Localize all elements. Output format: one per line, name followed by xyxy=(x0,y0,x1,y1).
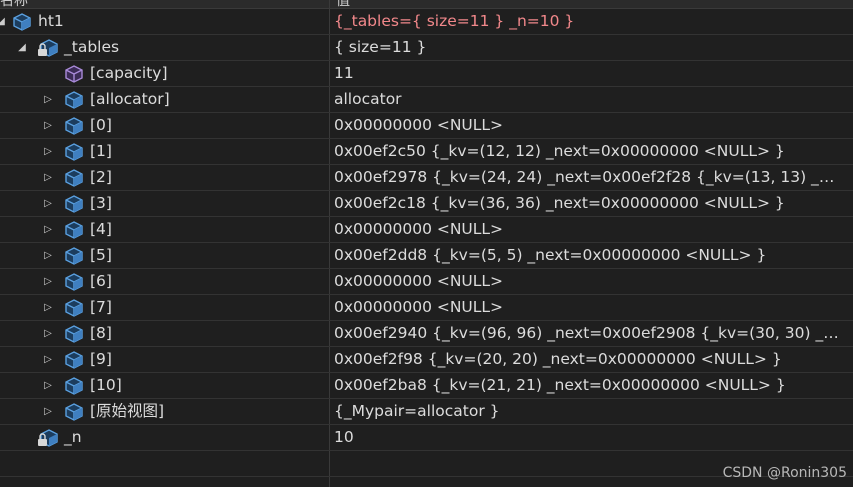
row-value[interactable]: allocator xyxy=(334,90,844,109)
row-value[interactable]: 0x00000000 <NULL> xyxy=(334,298,844,317)
row-name: [2] xyxy=(90,168,112,186)
expand-arrow-icon[interactable]: ▷ xyxy=(41,376,55,395)
row-value[interactable]: 0x00000000 <NULL> xyxy=(334,220,844,239)
row-name: _tables xyxy=(64,38,120,56)
tree-row[interactable]: ▷ [8] 0x00ef2940 {_kv=(96, 96) _next=0x00… xyxy=(0,321,853,347)
row-name: [7] xyxy=(90,298,112,316)
tree-row[interactable]: ▷ [原始视图] {_Mypair=allocator } xyxy=(0,399,853,425)
tree-row[interactable]: ▷ [9] 0x00ef2f98 {_kv=(20, 20) _next=0x00… xyxy=(0,347,853,373)
object-icon xyxy=(64,116,84,136)
row-name: [4] xyxy=(90,220,112,238)
row-name: [3] xyxy=(90,194,112,212)
expand-arrow-icon[interactable]: ▷ xyxy=(41,324,55,343)
row-value[interactable]: 0x00ef2978 {_kv=(24, 24) _next=0x00ef2f2… xyxy=(334,168,844,187)
collapse-arrow-icon[interactable]: ◢ xyxy=(0,12,8,31)
row-value[interactable]: 0x00000000 <NULL> xyxy=(334,272,844,291)
tree-row[interactable]: [capacity] 11 xyxy=(0,61,853,87)
property-icon xyxy=(64,64,84,84)
tree-row[interactable]: ▷ [7] 0x00000000 <NULL> xyxy=(0,295,853,321)
row-value[interactable]: 0x00ef2dd8 {_kv=(5, 5) _next=0x00000000 … xyxy=(334,246,844,265)
row-name: ht1 xyxy=(38,12,64,30)
row-name: [5] xyxy=(90,246,112,264)
tree-row[interactable]: ◢ ht1 {_tables={ size=11 } _n=10 } xyxy=(0,9,853,35)
expand-arrow-icon[interactable]: ▷ xyxy=(41,116,55,135)
watermark: CSDN @Ronin305 xyxy=(722,465,847,481)
row-name: [1] xyxy=(90,142,112,160)
expand-arrow-icon[interactable]: ▷ xyxy=(41,168,55,187)
row-value[interactable]: 11 xyxy=(334,64,844,83)
row-value[interactable]: {_tables={ size=11 } _n=10 } xyxy=(334,12,844,31)
expand-arrow-icon[interactable]: ▷ xyxy=(41,350,55,369)
object-icon xyxy=(64,324,84,344)
object-icon xyxy=(64,220,84,240)
row-value[interactable]: 0x00ef2c18 {_kv=(36, 36) _next=0x0000000… xyxy=(334,194,844,213)
expand-arrow-icon[interactable]: ▷ xyxy=(41,220,55,239)
expand-arrow-icon[interactable]: ▷ xyxy=(41,142,55,161)
expand-arrow-icon[interactable]: ▷ xyxy=(41,246,55,265)
tree-row[interactable]: ▷ [4] 0x00000000 <NULL> xyxy=(0,217,853,243)
expand-arrow-icon[interactable]: ▷ xyxy=(41,194,55,213)
row-value[interactable]: 0x00ef2c50 {_kv=(12, 12) _next=0x0000000… xyxy=(334,142,844,161)
row-name: _n xyxy=(64,428,82,446)
object-icon xyxy=(64,272,84,292)
tree-row[interactable]: ▷ [5] 0x00ef2dd8 {_kv=(5, 5) _next=0x0000… xyxy=(0,243,853,269)
tree-row[interactable]: ▷ [10] 0x00ef2ba8 {_kv=(21, 21) _next=0x0… xyxy=(0,373,853,399)
row-name: [10] xyxy=(90,376,122,394)
row-name: [8] xyxy=(90,324,112,342)
tree-row[interactable]: ▷ [2] 0x00ef2978 {_kv=(24, 24) _next=0x00… xyxy=(0,165,853,191)
object-icon xyxy=(64,350,84,370)
collapse-arrow-icon[interactable]: ◢ xyxy=(15,38,29,57)
tree-row[interactable]: ▷ [3] 0x00ef2c18 {_kv=(36, 36) _next=0x00… xyxy=(0,191,853,217)
tree-row[interactable]: ▷ [6] 0x00000000 <NULL> xyxy=(0,269,853,295)
expand-arrow-icon[interactable]: ▷ xyxy=(41,298,55,317)
object-icon xyxy=(64,402,84,422)
object-icon xyxy=(64,194,84,214)
object-icon xyxy=(64,142,84,162)
row-name: [capacity] xyxy=(90,64,168,82)
object-icon xyxy=(64,90,84,110)
expand-arrow-icon[interactable]: ▷ xyxy=(41,402,55,421)
row-value[interactable]: 0x00ef2940 {_kv=(96, 96) _next=0x00ef290… xyxy=(334,324,844,343)
row-value[interactable]: 0x00000000 <NULL> xyxy=(334,116,844,135)
watch-header: 名称 值 xyxy=(0,0,853,9)
row-value[interactable]: { size=11 } xyxy=(334,38,844,57)
tree-row[interactable]: ▷ [1] 0x00ef2c50 {_kv=(12, 12) _next=0x00… xyxy=(0,139,853,165)
row-name: [9] xyxy=(90,350,112,368)
row-value[interactable]: {_Mypair=allocator } xyxy=(334,402,844,421)
object-icon xyxy=(12,12,32,32)
row-value[interactable]: 10 xyxy=(334,428,844,447)
expand-arrow-icon[interactable]: ▷ xyxy=(41,90,55,109)
object-icon xyxy=(64,376,84,396)
tree-row[interactable]: _n 10 xyxy=(0,425,853,451)
tree-row[interactable]: ▷ [allocator] allocator xyxy=(0,87,853,113)
row-value[interactable]: 0x00ef2ba8 {_kv=(21, 21) _next=0x0000000… xyxy=(334,376,844,395)
row-name: [原始视图] xyxy=(90,402,165,420)
row-name: [0] xyxy=(90,116,112,134)
row-name: [allocator] xyxy=(90,90,170,108)
object-icon xyxy=(64,298,84,318)
row-value[interactable]: 0x00ef2f98 {_kv=(20, 20) _next=0x0000000… xyxy=(334,350,844,369)
header-name-column[interactable]: 名称 xyxy=(0,0,28,8)
object-icon xyxy=(64,246,84,266)
tree-row[interactable]: ◢ _tables { size=11 } xyxy=(0,35,853,61)
locked-member-icon xyxy=(37,428,58,448)
tree-row[interactable]: ▷ [0] 0x00000000 <NULL> xyxy=(0,113,853,139)
expand-arrow-icon[interactable]: ▷ xyxy=(41,272,55,291)
object-icon xyxy=(64,168,84,188)
locked-member-icon xyxy=(37,38,58,58)
header-value-column[interactable]: 值 xyxy=(336,0,350,8)
row-name: [6] xyxy=(90,272,112,290)
